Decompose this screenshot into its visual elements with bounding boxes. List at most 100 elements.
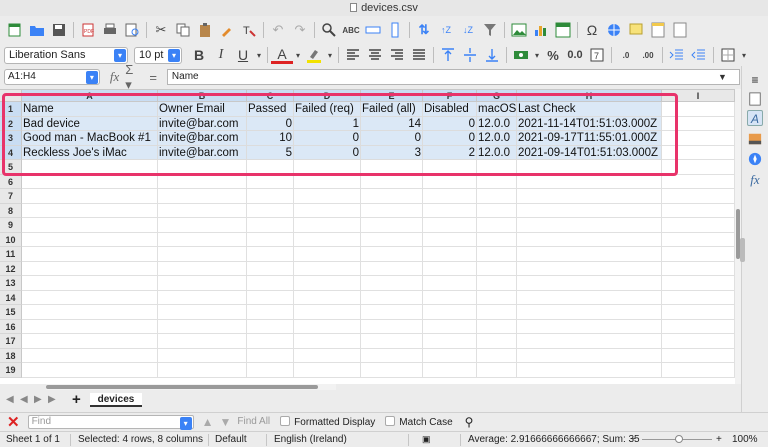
header-cell[interactable]: Name bbox=[22, 102, 158, 117]
sort-icon[interactable]: ⇅ bbox=[413, 19, 435, 41]
match-case-option[interactable]: Match Case bbox=[385, 415, 453, 428]
empty-cell[interactable] bbox=[294, 247, 361, 262]
row-header-4[interactable]: 4 bbox=[0, 145, 22, 160]
chevron-down-icon[interactable]: ▾ bbox=[293, 44, 303, 66]
empty-cell[interactable] bbox=[294, 232, 361, 247]
table-cell[interactable]: 2 bbox=[423, 145, 477, 160]
empty-cell[interactable] bbox=[662, 247, 735, 262]
empty-cell[interactable] bbox=[158, 203, 247, 218]
empty-cell[interactable] bbox=[22, 305, 158, 320]
empty-cell[interactable] bbox=[662, 290, 735, 305]
scrollbar-thumb[interactable] bbox=[46, 385, 318, 389]
row-header-19[interactable]: 19 bbox=[0, 363, 22, 378]
empty-cell[interactable] bbox=[294, 160, 361, 175]
empty-cell[interactable] bbox=[22, 203, 158, 218]
find-input[interactable]: Find ▾ bbox=[27, 414, 194, 430]
empty-cell[interactable] bbox=[662, 305, 735, 320]
undo-icon[interactable]: ↶ bbox=[267, 19, 289, 41]
copy-icon[interactable] bbox=[172, 19, 194, 41]
empty-cell[interactable] bbox=[22, 319, 158, 334]
status-language[interactable]: English (Ireland) bbox=[274, 432, 347, 447]
new-document-icon[interactable] bbox=[4, 19, 26, 41]
empty-cell[interactable] bbox=[361, 174, 423, 189]
export-pdf-icon[interactable]: PDF bbox=[77, 19, 99, 41]
empty-cell[interactable] bbox=[247, 290, 294, 305]
empty-cell[interactable] bbox=[517, 334, 662, 349]
empty-cell[interactable] bbox=[294, 290, 361, 305]
hyperlink-icon[interactable] bbox=[603, 19, 625, 41]
empty-cell[interactable] bbox=[477, 160, 517, 175]
table-cell[interactable]: 14 bbox=[361, 116, 423, 131]
chevron-down-icon[interactable]: ▾ bbox=[254, 44, 264, 66]
borders-icon[interactable] bbox=[717, 44, 739, 66]
empty-cell[interactable] bbox=[158, 247, 247, 262]
header-cell[interactable]: Owner Email bbox=[158, 102, 247, 117]
empty-cell[interactable] bbox=[423, 334, 477, 349]
column-header-g[interactable]: G bbox=[477, 90, 517, 102]
empty-cell[interactable] bbox=[247, 363, 294, 378]
match-case-checkbox[interactable] bbox=[385, 415, 396, 426]
headers-footers-icon[interactable] bbox=[647, 19, 669, 41]
empty-cell[interactable] bbox=[662, 189, 735, 204]
expand-formula-icon[interactable]: ▼ bbox=[718, 72, 727, 82]
next-sheet-icon[interactable]: ▶ bbox=[34, 394, 42, 405]
empty-cell[interactable] bbox=[247, 174, 294, 189]
empty-cell[interactable] bbox=[22, 363, 158, 378]
justify-icon[interactable] bbox=[408, 44, 430, 66]
empty-cell[interactable] bbox=[662, 203, 735, 218]
align-bottom-icon[interactable] bbox=[481, 44, 503, 66]
autofilter-icon[interactable] bbox=[479, 19, 501, 41]
empty-cell[interactable] bbox=[477, 348, 517, 363]
row-header-18[interactable]: 18 bbox=[0, 348, 22, 363]
special-character-icon[interactable]: Ω bbox=[581, 19, 603, 41]
select-all-corner[interactable] bbox=[0, 90, 22, 102]
row-header-17[interactable]: 17 bbox=[0, 334, 22, 349]
empty-cell[interactable] bbox=[662, 174, 735, 189]
status-page-style[interactable]: Default bbox=[215, 432, 247, 447]
header-cell[interactable]: Passed bbox=[247, 102, 294, 117]
currency-format-icon[interactable] bbox=[510, 44, 532, 66]
print-icon[interactable] bbox=[99, 19, 121, 41]
empty-cell[interactable] bbox=[423, 261, 477, 276]
column-icon[interactable] bbox=[384, 19, 406, 41]
empty-cell[interactable] bbox=[517, 319, 662, 334]
empty-cell[interactable] bbox=[247, 189, 294, 204]
empty-cell[interactable] bbox=[22, 247, 158, 262]
zoom-in-icon[interactable]: + bbox=[716, 432, 722, 447]
table-cell[interactable]: 5 bbox=[247, 145, 294, 160]
paste-icon[interactable] bbox=[194, 19, 216, 41]
find-previous-icon[interactable]: ▲ bbox=[202, 415, 214, 429]
properties-icon[interactable] bbox=[747, 92, 763, 108]
header-cell[interactable]: Last Check bbox=[517, 102, 662, 117]
row-header-15[interactable]: 15 bbox=[0, 305, 22, 320]
empty-cell[interactable] bbox=[517, 276, 662, 291]
formatted-display-option[interactable]: Formatted Display bbox=[280, 415, 375, 428]
underline-icon[interactable]: U bbox=[232, 44, 254, 66]
empty-cell[interactable] bbox=[662, 232, 735, 247]
empty-cell[interactable] bbox=[361, 218, 423, 233]
empty-cell[interactable] bbox=[423, 189, 477, 204]
row-header-6[interactable]: 6 bbox=[0, 174, 22, 189]
empty-cell[interactable] bbox=[423, 363, 477, 378]
empty-cell[interactable] bbox=[662, 319, 735, 334]
empty-cell[interactable] bbox=[22, 232, 158, 247]
chevron-down-icon[interactable]: ▾ bbox=[85, 71, 98, 84]
empty-cell[interactable] bbox=[662, 276, 735, 291]
insert-image-icon[interactable] bbox=[508, 19, 530, 41]
empty-cell[interactable] bbox=[247, 348, 294, 363]
table-cell[interactable]: 0 bbox=[247, 116, 294, 131]
first-sheet-icon[interactable]: ◀ bbox=[6, 394, 14, 405]
empty-cell[interactable] bbox=[517, 363, 662, 378]
table-cell[interactable]: 0 bbox=[361, 131, 423, 146]
empty-cell[interactable] bbox=[247, 160, 294, 175]
empty-cell[interactable] bbox=[477, 305, 517, 320]
delete-decimal-icon[interactable]: .00 bbox=[637, 44, 659, 66]
table-cell[interactable]: 2021-11-14T01:51:03.000Z bbox=[517, 116, 662, 131]
table-cell[interactable]: 12.0.0 bbox=[477, 131, 517, 146]
empty-cell[interactable] bbox=[477, 247, 517, 262]
table-cell[interactable]: 10 bbox=[247, 131, 294, 146]
empty-cell[interactable] bbox=[294, 218, 361, 233]
header-cell[interactable]: Failed (all) bbox=[361, 102, 423, 117]
date-format-icon[interactable]: 7 bbox=[586, 44, 608, 66]
empty-cell[interactable] bbox=[294, 261, 361, 276]
